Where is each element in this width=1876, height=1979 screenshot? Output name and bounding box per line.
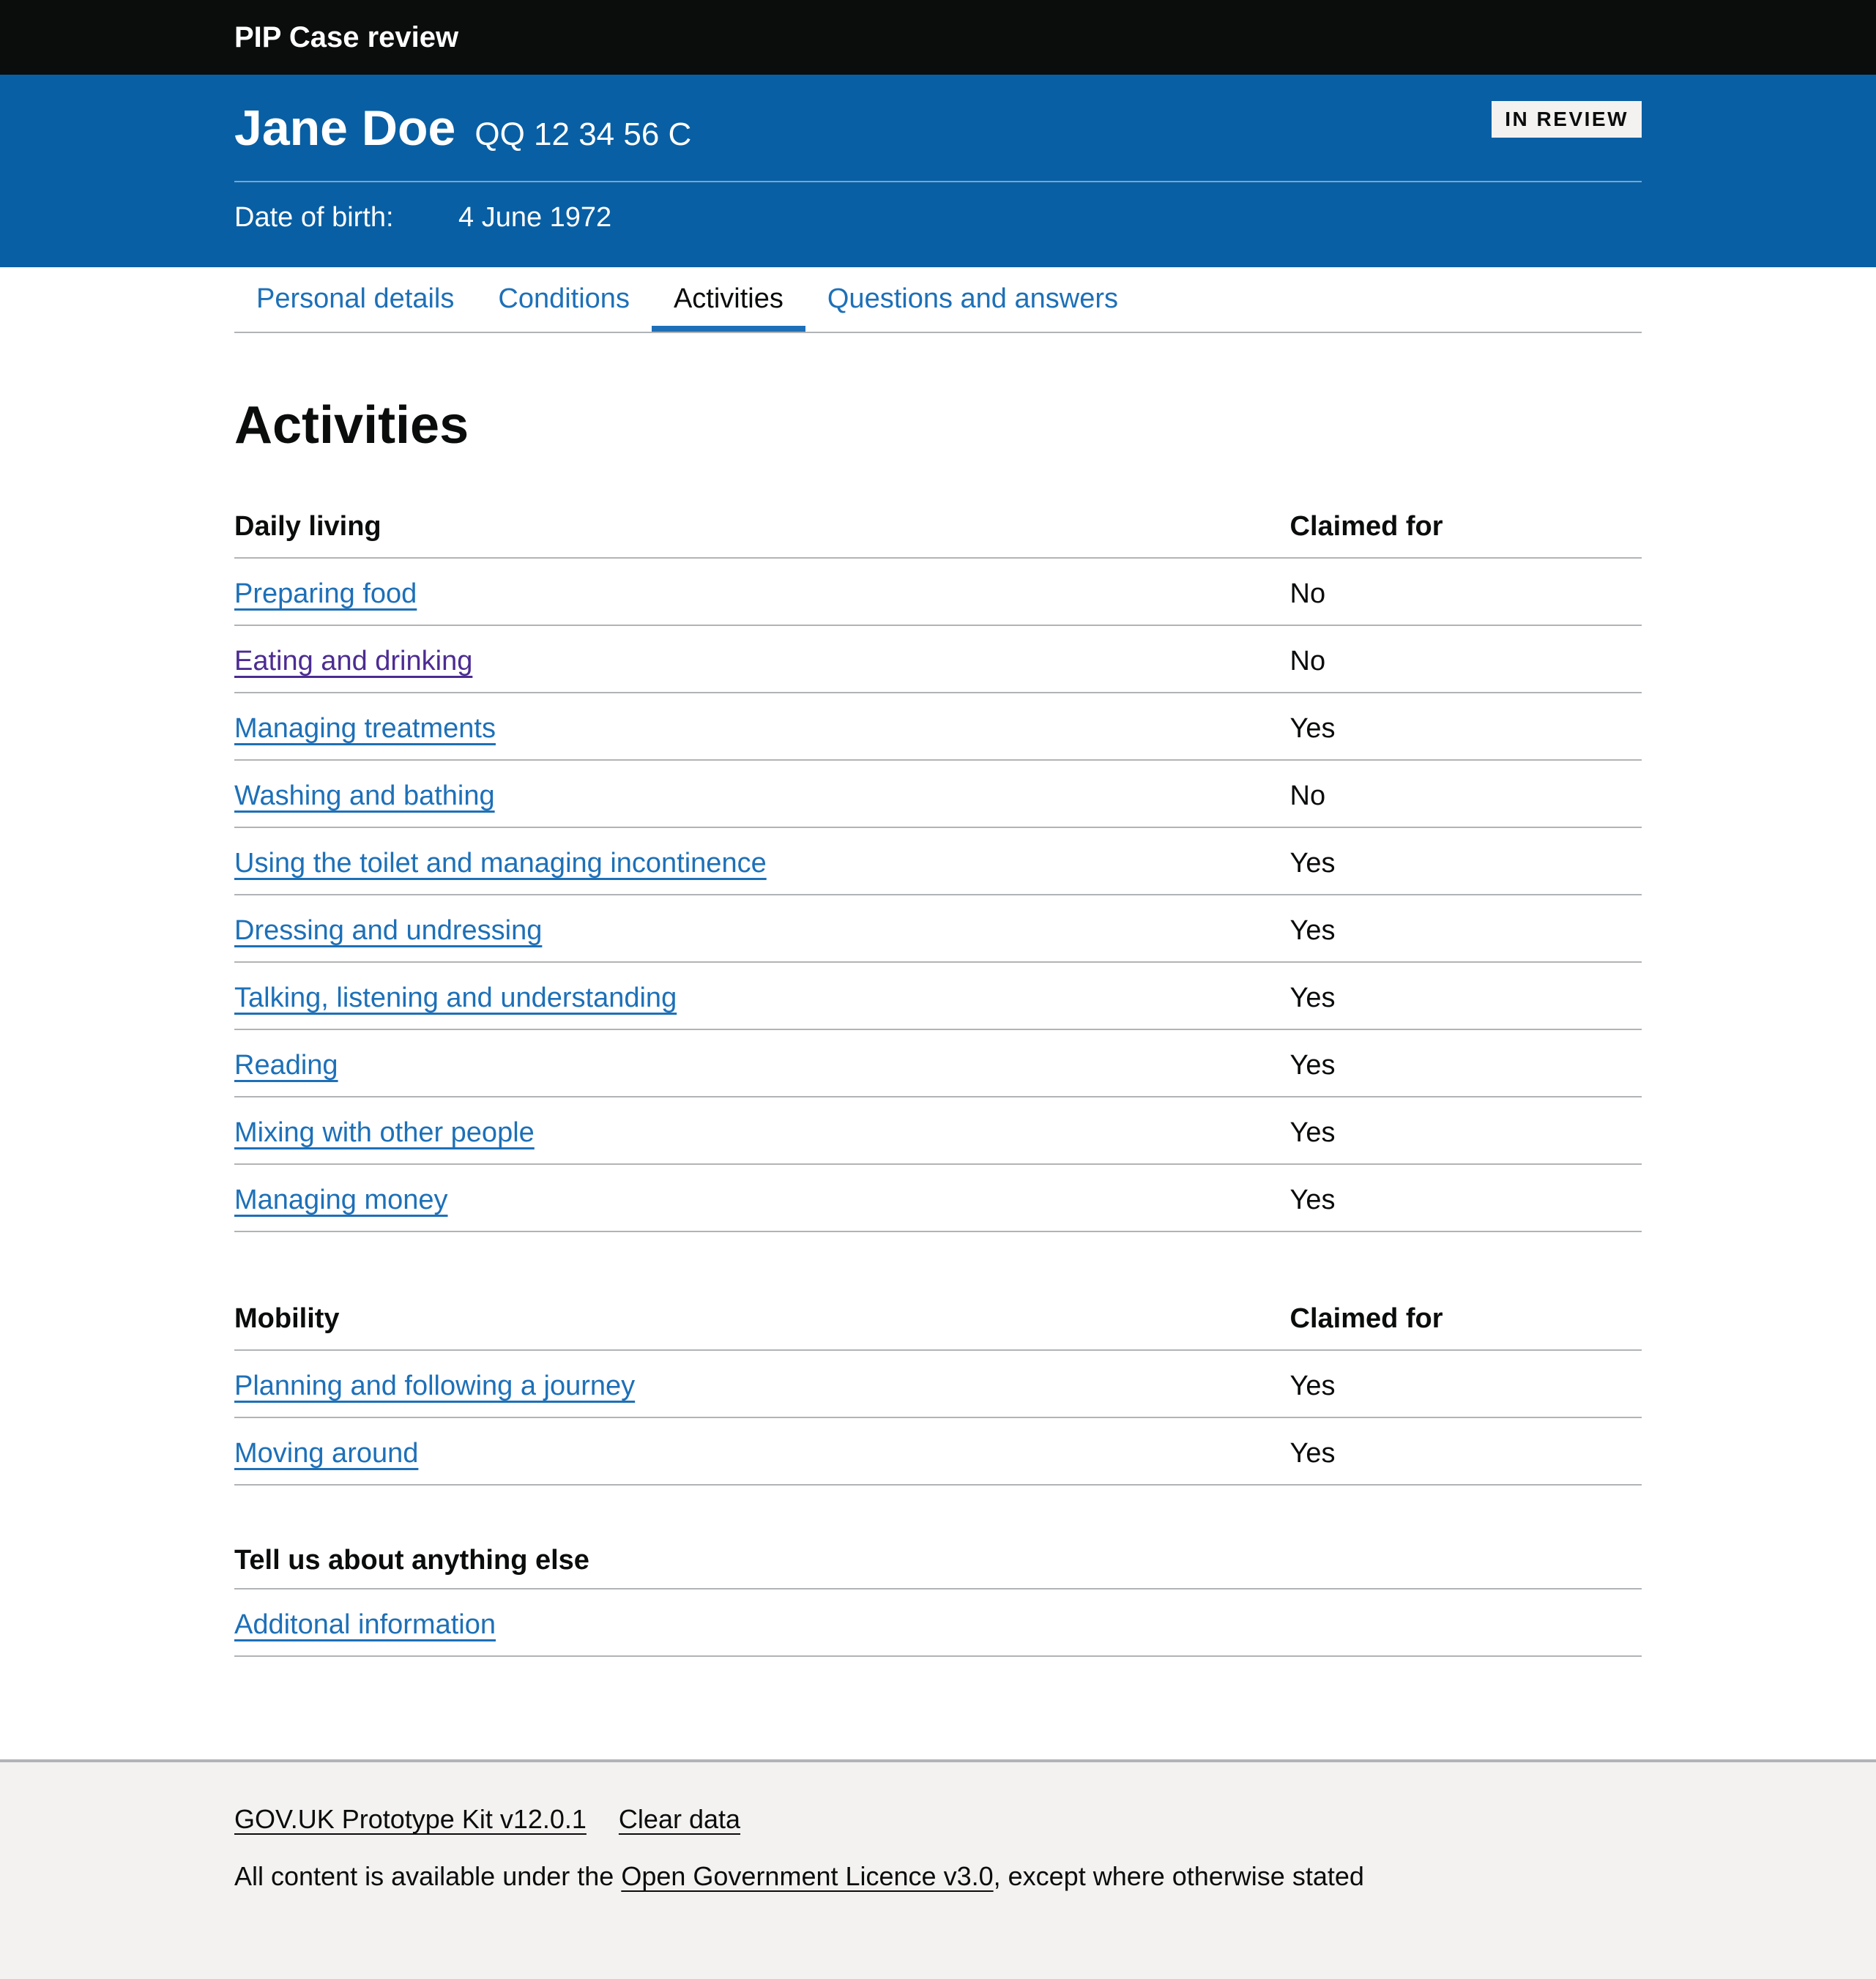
claimed-for-value: Yes	[1290, 962, 1642, 1029]
table-row: Preparing food No	[234, 558, 1642, 625]
activity-link-using-the-toilet[interactable]: Using the toilet and managing incontinen…	[234, 848, 767, 879]
activity-link-talking-listening[interactable]: Talking, listening and understanding	[234, 983, 677, 1013]
mobility-heading: Mobility	[234, 1302, 1290, 1350]
activity-link-managing-money[interactable]: Managing money	[234, 1185, 448, 1215]
open-government-licence-link[interactable]: Open Government Licence v3.0	[621, 1861, 993, 1891]
claimed-for-value: Yes	[1290, 693, 1642, 760]
case-nino: QQ 12 34 56 C	[474, 108, 691, 162]
case-name: Jane Doe	[234, 101, 455, 155]
claimed-for-value: Yes	[1290, 1164, 1642, 1231]
table-row: Talking, listening and understanding Yes	[234, 962, 1642, 1029]
table-row: Additonal information	[234, 1589, 1642, 1656]
table-row: Using the toilet and managing incontinen…	[234, 827, 1642, 895]
mobility-table: Mobility Claimed for Planning and follow…	[234, 1302, 1642, 1486]
app-header: PIP Case review	[0, 0, 1876, 75]
additional-information-link[interactable]: Additonal information	[234, 1609, 496, 1640]
status-badge: IN REVIEW	[1492, 101, 1642, 138]
case-banner: Jane Doe QQ 12 34 56 C IN REVIEW Date of…	[0, 75, 1876, 267]
table-row: Eating and drinking No	[234, 625, 1642, 693]
banner-divider	[234, 181, 1642, 182]
clear-data-link[interactable]: Clear data	[619, 1803, 740, 1835]
page-title: Activities	[234, 396, 1642, 455]
claimed-for-value: Yes	[1290, 1097, 1642, 1164]
prototype-kit-link[interactable]: GOV.UK Prototype Kit v12.0.1	[234, 1803, 587, 1835]
licence-prefix-text: All content is available under the	[234, 1861, 621, 1891]
activity-link-managing-treatments[interactable]: Managing treatments	[234, 713, 496, 744]
claimed-for-value: Yes	[1290, 1029, 1642, 1097]
case-tabs: Personal details Conditions Activities Q…	[0, 282, 1876, 333]
anything-else-heading: Tell us about anything else	[234, 1544, 1642, 1589]
claimed-for-value: No	[1290, 625, 1642, 693]
activity-link-washing-and-bathing[interactable]: Washing and bathing	[234, 780, 495, 811]
tab-personal-details[interactable]: Personal details	[234, 282, 476, 332]
dob-label: Date of birth:	[234, 201, 458, 234]
claimed-for-value: No	[1290, 558, 1642, 625]
service-name: PIP Case review	[234, 21, 458, 53]
tab-questions-and-answers[interactable]: Questions and answers	[805, 282, 1140, 332]
claimed-for-header: Claimed for	[1290, 1302, 1642, 1350]
activity-link-planning-a-journey[interactable]: Planning and following a journey	[234, 1371, 635, 1401]
table-row: Moving around Yes	[234, 1417, 1642, 1485]
site-footer: GOV.UK Prototype Kit v12.0.1 Clear data …	[0, 1759, 1876, 1979]
tab-conditions[interactable]: Conditions	[476, 282, 652, 332]
activity-link-reading[interactable]: Reading	[234, 1050, 338, 1081]
tab-activities[interactable]: Activities	[652, 282, 805, 332]
daily-living-heading: Daily living	[234, 510, 1290, 558]
table-row: Reading Yes	[234, 1029, 1642, 1097]
licence-statement: All content is available under the Open …	[234, 1860, 1642, 1893]
table-row: Managing money Yes	[234, 1164, 1642, 1231]
claimed-for-header: Claimed for	[1290, 510, 1642, 558]
dob-value: 4 June 1972	[458, 201, 611, 234]
main-content: Activities Daily living Claimed for Prep…	[0, 396, 1876, 1657]
claimed-for-value: Yes	[1290, 895, 1642, 962]
daily-living-table: Daily living Claimed for Preparing food …	[234, 510, 1642, 1232]
table-row: Dressing and undressing Yes	[234, 895, 1642, 962]
licence-suffix-text: , except where otherwise stated	[994, 1861, 1364, 1891]
activity-link-moving-around[interactable]: Moving around	[234, 1438, 418, 1469]
claimed-for-value: Yes	[1290, 1350, 1642, 1417]
pip-case-review-page: PIP Case review Jane Doe QQ 12 34 56 C I…	[0, 0, 1876, 1979]
table-row: Washing and bathing No	[234, 760, 1642, 827]
table-row: Planning and following a journey Yes	[234, 1350, 1642, 1417]
activity-link-dressing-and-undressing[interactable]: Dressing and undressing	[234, 915, 542, 946]
activity-link-preparing-food[interactable]: Preparing food	[234, 578, 417, 609]
table-row: Mixing with other people Yes	[234, 1097, 1642, 1164]
table-row: Managing treatments Yes	[234, 693, 1642, 760]
activity-link-mixing-with-other-people[interactable]: Mixing with other people	[234, 1117, 535, 1148]
claimed-for-value: Yes	[1290, 1417, 1642, 1485]
claimed-for-value: No	[1290, 760, 1642, 827]
anything-else-table: Tell us about anything else Additonal in…	[234, 1544, 1642, 1657]
activity-link-eating-and-drinking[interactable]: Eating and drinking	[234, 646, 472, 677]
claimed-for-value: Yes	[1290, 827, 1642, 895]
